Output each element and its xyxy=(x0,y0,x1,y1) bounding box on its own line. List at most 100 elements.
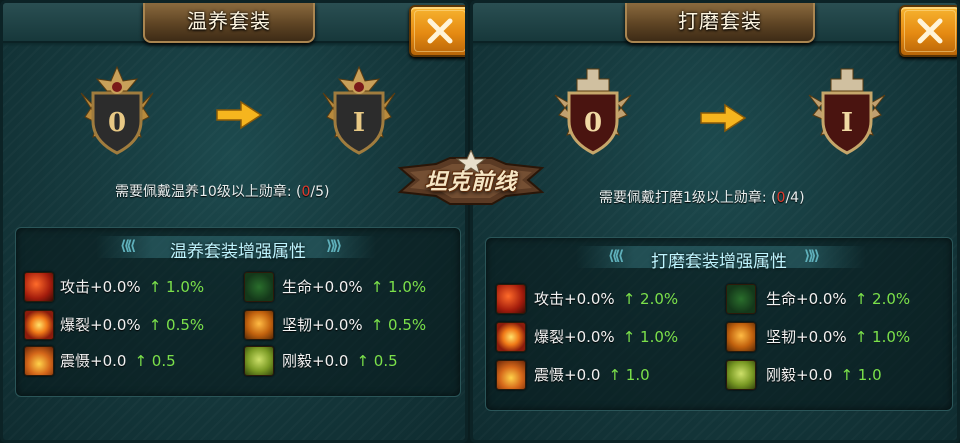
stat-name: 震慑+0.0 xyxy=(534,366,601,384)
stat-toughness: 坚韧+0.0% ↑ 0.5% xyxy=(282,314,426,335)
medal-badge-current-icon: 0 xyxy=(80,65,154,155)
up-arrow-icon: ↑ xyxy=(622,328,636,346)
stat-bonus: ↑ 0.5 xyxy=(134,352,175,370)
life-icon xyxy=(244,272,274,302)
stat-bonus-value: 1.0 xyxy=(625,366,650,384)
burst-icon xyxy=(24,310,54,340)
stat-bonus: ↑ 2.0% xyxy=(855,290,910,308)
badge-level-label: 0 xyxy=(108,108,126,138)
badge-level-label: 0 xyxy=(584,108,602,138)
up-arrow-icon: ↑ xyxy=(134,352,148,370)
stat-life: 生命+0.0% ↑ 1.0% xyxy=(282,276,426,297)
stat-bonus-value: 2.0% xyxy=(872,290,911,308)
stat-name: 震慑+0.0 xyxy=(60,352,127,370)
up-arrow-icon: ↑ xyxy=(356,352,370,370)
stat-bonus-value: 0.5% xyxy=(388,316,427,334)
stat-name: 爆裂+0.0% xyxy=(60,316,141,334)
stat-bonus-value: 1.0 xyxy=(857,366,882,384)
requirement-text: 需要佩戴打磨1级以上勋章: (0/4) xyxy=(599,187,805,207)
arrow-right-icon xyxy=(700,103,747,133)
stat-bonus-value: 1.0% xyxy=(166,278,205,296)
attributes-title: 温养套装增强属性 xyxy=(170,242,306,262)
panel-title: 温养套装 xyxy=(143,3,315,43)
stat-name: 刚毅+0.0 xyxy=(766,366,833,384)
requirement-total: /4) xyxy=(785,190,805,206)
requirement-prefix: 需要佩戴温养10级以上勋章: ( xyxy=(115,184,302,200)
stat-bonus: ↑ 1.0 xyxy=(608,366,649,384)
stat-bonus: ↑ 0.5% xyxy=(149,316,204,334)
stat-bonus: ↑ 1.0% xyxy=(855,328,910,346)
stat-bonus-value: 2.0% xyxy=(640,290,679,308)
stat-name: 坚韧+0.0% xyxy=(766,328,847,346)
up-arrow-icon: ↑ xyxy=(370,316,384,334)
stat-bonus: ↑ 1.0% xyxy=(149,278,204,296)
warm-set-panel: 温养套装 0 I 需要佩戴温养10级以上勋章: (0/5) ⟪⟪ ⟫⟫ 温养套装… xyxy=(0,0,468,443)
stat-bonus: ↑ 1.0% xyxy=(623,328,678,346)
stat-name: 刚毅+0.0 xyxy=(282,352,349,370)
stat-bonus-value: 1.0% xyxy=(872,328,911,346)
stat-bonus: ↑ 1.0 xyxy=(840,366,881,384)
arrow-right-icon xyxy=(216,100,263,130)
fortitude-icon xyxy=(726,360,756,390)
stat-burst: 爆裂+0.0% ↑ 1.0% xyxy=(534,326,678,347)
close-icon xyxy=(917,18,943,44)
up-arrow-icon: ↑ xyxy=(148,316,162,334)
up-arrow-icon: ↑ xyxy=(608,366,622,384)
stat-toughness: 坚韧+0.0% ↑ 1.0% xyxy=(766,326,910,347)
set-attributes-box: ⟪⟪ ⟫⟫ 打磨套装增强属性 攻击+0.0% ↑ 2.0% 生命+0.0% ↑ 2.… xyxy=(485,237,953,411)
stat-fortitude: 刚毅+0.0 ↑ 1.0 xyxy=(766,364,882,385)
logo-text: 坦克前线 xyxy=(424,170,517,195)
stat-bonus-value: 1.0% xyxy=(388,278,427,296)
stat-shock: 震慑+0.0 ↑ 1.0 xyxy=(534,364,650,385)
stat-bonus-value: 0.5% xyxy=(166,316,205,334)
stat-name: 生命+0.0% xyxy=(282,278,363,296)
set-attributes-box: ⟪⟪ ⟫⟫ 温养套装增强属性 攻击+0.0% ↑ 1.0% 生命+0.0% ↑ 1.… xyxy=(15,227,461,397)
stat-bonus-value: 0.5 xyxy=(151,352,176,370)
attack-icon xyxy=(24,272,54,302)
up-arrow-icon: ↑ xyxy=(370,278,384,296)
badge-level-label: I xyxy=(353,108,365,138)
stat-bonus: ↑ 0.5% xyxy=(371,316,426,334)
polish-set-panel: 打磨套装 0 I 需要佩戴打磨1级以上勋章: (0/4) ⟪⟪ ⟫⟫ 打磨套装增… xyxy=(470,0,960,443)
stat-bonus: ↑ 0.5 xyxy=(356,352,397,370)
stat-bonus-value: 0.5 xyxy=(373,352,398,370)
requirement-prefix: 需要佩戴打磨1级以上勋章: ( xyxy=(599,190,777,206)
stat-shock: 震慑+0.0 ↑ 0.5 xyxy=(60,350,176,371)
up-arrow-icon: ↑ xyxy=(622,290,636,308)
game-logo: 坦克前线 xyxy=(396,148,546,212)
panel-title: 打磨套装 xyxy=(625,3,815,43)
up-arrow-icon: ↑ xyxy=(854,290,868,308)
stat-burst: 爆裂+0.0% ↑ 0.5% xyxy=(60,314,204,335)
stat-name: 坚韧+0.0% xyxy=(282,316,363,334)
attributes-title: 打磨套装增强属性 xyxy=(651,252,787,272)
attack-icon xyxy=(496,284,526,314)
stat-name: 攻击+0.0% xyxy=(534,290,615,308)
stat-fortitude: 刚毅+0.0 ↑ 0.5 xyxy=(282,350,398,371)
stat-life: 生命+0.0% ↑ 2.0% xyxy=(766,288,910,309)
medal-badge-next-icon: I xyxy=(808,68,886,155)
stat-name: 攻击+0.0% xyxy=(60,278,141,296)
close-button[interactable] xyxy=(409,5,465,57)
burst-icon xyxy=(496,322,526,352)
medal-badge-next-icon: I xyxy=(322,65,396,155)
stat-bonus-value: 1.0% xyxy=(640,328,679,346)
up-arrow-icon: ↑ xyxy=(840,366,854,384)
stat-attack: 攻击+0.0% ↑ 2.0% xyxy=(534,288,678,309)
stat-bonus: ↑ 2.0% xyxy=(623,290,678,308)
toughness-icon xyxy=(244,310,274,340)
up-arrow-icon: ↑ xyxy=(854,328,868,346)
toughness-icon xyxy=(726,322,756,352)
stat-name: 爆裂+0.0% xyxy=(534,328,615,346)
stat-attack: 攻击+0.0% ↑ 1.0% xyxy=(60,276,204,297)
fortitude-icon xyxy=(244,346,274,376)
stat-name: 生命+0.0% xyxy=(766,290,847,308)
shock-icon xyxy=(24,346,54,376)
requirement-text: 需要佩戴温养10级以上勋章: (0/5) xyxy=(115,181,329,201)
shock-icon xyxy=(496,360,526,390)
close-icon xyxy=(427,18,453,44)
close-button[interactable] xyxy=(899,5,957,57)
requirement-total: /5) xyxy=(310,184,330,200)
medal-badge-current-icon: 0 xyxy=(554,68,632,155)
stat-bonus: ↑ 1.0% xyxy=(371,278,426,296)
life-icon xyxy=(726,284,756,314)
